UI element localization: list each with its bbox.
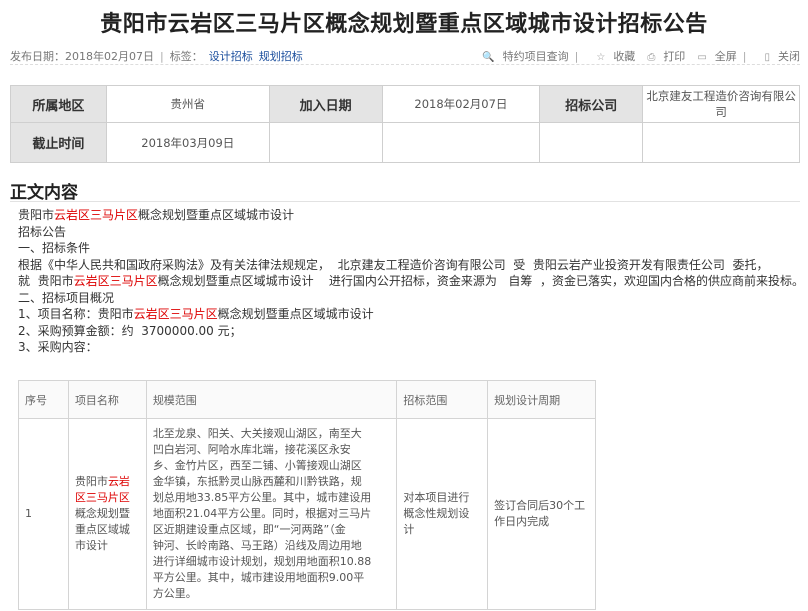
separator: | xyxy=(160,50,164,63)
scope-cell: 北至龙泉、阳关、大关接观山湖区，南至大 凹白岩河、阿哈水库北端，接花溪区永安 乡… xyxy=(145,418,398,610)
separator: | xyxy=(574,50,579,63)
table-row: 1 贵阳市云岩 区三马片区 概念规划暨 重点区域城 市设计 北至龙泉、阳关、大关… xyxy=(18,418,596,610)
column-header: 招标范围 xyxy=(396,380,489,419)
cell-line: 北至龙泉、阳关、大关接观山湖区，南至大 xyxy=(152,427,362,440)
body-line: 一、招标条件 xyxy=(18,241,91,255)
cell-line: 乡、金竹片区，西至二铺、小箐接观山湖区 xyxy=(152,459,362,472)
fullscreen-button[interactable]: ▭ 全屏 xyxy=(691,50,736,63)
tag-planning-tender[interactable]: 规划招标 xyxy=(259,50,303,63)
text: 概念规划暨重点区域城市设计 进行国内公开招标，资金来源为 自筹 ，资金已落实，欢… xyxy=(157,274,804,288)
highlight-keyword: 云岩区三马片区 xyxy=(73,274,158,288)
added-date-label: 加入日期 xyxy=(268,85,383,123)
cell-line: 对本项目进行 xyxy=(403,491,470,504)
info-row: 所属地区 贵州省 加入日期 2018年02月07日 招标公司 北京建友工程造价咨… xyxy=(10,85,800,123)
cell-line: 凹白岩河、阿哈水库北端，接花溪区永安 xyxy=(152,443,351,456)
procurement-table: 序号 项目名称 规模范围 招标范围 规划设计周期 1 贵阳市云岩 区三马片区 概… xyxy=(18,380,596,610)
body-line: 根据《中华人民共和国政府采购法》及有关法律法规规定， 北京建友工程造价咨询有限公… xyxy=(18,257,769,272)
publish-date: 2018年02月07日 xyxy=(65,50,154,63)
print-icon: ⎙ xyxy=(647,52,656,63)
info-row: 截止时间 2018年03月09日 xyxy=(10,122,800,163)
close-button[interactable]: ▯ 关闭 xyxy=(758,50,800,63)
meta-left: 发布日期：2018年02月07日 | 标签： 设计招标 规划招标 xyxy=(10,48,303,64)
tag-design-tender[interactable]: 设计招标 xyxy=(209,50,253,63)
empty-cell xyxy=(539,122,644,163)
empty-cell xyxy=(381,122,541,163)
agency-label: 招标公司 xyxy=(539,85,644,123)
info-table: 所属地区 贵州省 加入日期 2018年02月07日 招标公司 北京建友工程造价咨… xyxy=(10,85,800,163)
cell-line: 进行详细城市设计规划，规划用地面积10.88 xyxy=(152,555,372,568)
fullscreen-label: 全屏 xyxy=(714,50,737,63)
row-number: 1 xyxy=(18,418,69,610)
favorite-button[interactable]: ☆ 收藏 xyxy=(590,50,635,63)
highlight-keyword: 云岩区三马片区 xyxy=(54,208,139,222)
search-icon: 🔍 xyxy=(482,52,495,63)
deadline-label: 截止时间 xyxy=(10,122,107,163)
text: 概念规划暨重点区域城市设计 xyxy=(217,307,374,321)
close-icon: ▯ xyxy=(764,52,770,63)
cell-line: 平方公里。其中，城市建设用地面积9.00平 xyxy=(152,571,365,584)
body-line: 就 贵阳市云岩区三马片区概念规划暨重点区域城市设计 进行国内公开招标，资金来源为… xyxy=(18,273,804,290)
cell-line: 区近期建设重点区域，即“一河两路”（金 xyxy=(152,523,346,536)
tender-range-cell: 对本项目进行 概念性规划设 计 xyxy=(396,418,489,610)
highlight-keyword: 云岩 xyxy=(107,475,130,488)
body-line: 1、项目名称：贵阳市云岩区三马片区概念规划暨重点区域城市设计 xyxy=(18,306,800,323)
added-date-value: 2018年02月07日 xyxy=(381,85,541,123)
page-title: 贵阳市云岩区三马片区概念规划暨重点区域城市设计招标公告 xyxy=(100,11,708,37)
column-header: 规模范围 xyxy=(145,380,398,419)
text: 贵阳市 xyxy=(18,208,55,222)
text: 贵阳市 xyxy=(74,475,108,488)
design-period-cell: 签订合同后30个工 作日内完成 xyxy=(487,418,596,610)
cell-line: 贵阳市云岩 xyxy=(75,474,140,490)
body-line: 二、招标项目概况 xyxy=(18,290,115,305)
separator: | xyxy=(742,50,747,63)
cell-line: 方公里。 xyxy=(152,587,197,600)
cell-line: 钟河、长岭南路、马王路）沿线及周边用地 xyxy=(152,539,362,552)
meta-actions: 🔍 特约项目查询 | ☆ 收藏 ⎙ 打印 ▭ 全屏 | ▯ 关闭 xyxy=(470,48,800,64)
body-line: 招标公告 xyxy=(18,224,67,239)
agency-value: 北京建友工程造价咨询有限公司 xyxy=(642,85,800,123)
meta-bar: 发布日期：2018年02月07日 | 标签： 设计招标 规划招标 🔍 特约项目查询 | ☆ 收藏… xyxy=(10,46,800,65)
empty-cell xyxy=(642,122,800,163)
publish-date-label: 发布日期： xyxy=(10,50,65,63)
announcement-body: 贵阳市云岩区三马片区概念规划暨重点区域城市设计 招标公告 一、招标条件 根据《中… xyxy=(18,207,804,356)
cell-line: 金华镇，东抵黔灵山脉西麓和川黔铁路，规 xyxy=(152,475,362,488)
deadline-value: 2018年03月09日 xyxy=(105,122,270,163)
column-header: 规划设计周期 xyxy=(487,380,596,419)
body-line: 2、采购预算金额：约 3700000.00 元； xyxy=(18,323,242,338)
empty-cell xyxy=(268,122,383,163)
star-icon: ☆ xyxy=(596,52,606,63)
region-value: 贵州省 xyxy=(105,85,270,123)
cell-line: 重点区域城 xyxy=(74,523,130,536)
text: 就 贵阳市 xyxy=(18,274,74,288)
cell-line: 划总用地33.85平方公里。其中，城市建设用 xyxy=(152,491,372,504)
text: 概念规划暨重点区域城市设计 xyxy=(138,208,295,222)
cell-line: 市设计 xyxy=(74,539,108,552)
body-line: 贵阳市云岩区三马片区概念规划暨重点区域城市设计 xyxy=(18,207,800,224)
region-label: 所属地区 xyxy=(10,85,107,123)
cell-line: 地面积21.04平方公里。同时，根据对三马片 xyxy=(152,507,372,520)
special-query-label: 特约项目查询 xyxy=(502,50,569,63)
divider xyxy=(10,201,800,202)
body-line: 3、采购内容： xyxy=(18,340,98,354)
tags-label: 标签： xyxy=(169,50,203,63)
favorite-label: 收藏 xyxy=(613,50,636,63)
print-button[interactable]: ⎙ 打印 xyxy=(641,50,685,63)
print-label: 打印 xyxy=(663,50,686,63)
project-name-cell: 贵阳市云岩 区三马片区 概念规划暨 重点区域城 市设计 xyxy=(67,418,147,610)
cell-line: 概念规划暨 xyxy=(74,507,130,520)
close-label: 关闭 xyxy=(778,50,800,63)
column-header: 项目名称 xyxy=(67,380,147,419)
section-title: 正文内容 xyxy=(10,183,78,203)
cell-line: 作日内完成 xyxy=(494,515,550,528)
cell-line: 计 xyxy=(403,523,415,536)
cell-line: 签订合同后30个工 xyxy=(494,499,586,512)
fullscreen-icon: ▭ xyxy=(697,52,707,63)
cell-line: 概念性规划设 xyxy=(403,507,470,520)
special-query-link[interactable]: 🔍 特约项目查询 xyxy=(476,50,568,63)
highlight-keyword: 云岩区三马片区 xyxy=(133,307,218,321)
column-header: 序号 xyxy=(18,380,69,419)
table-header-row: 序号 项目名称 规模范围 招标范围 规划设计周期 xyxy=(18,380,596,419)
highlight-keyword: 区三马片区 xyxy=(74,491,130,504)
text: 1、项目名称：贵阳市 xyxy=(18,307,134,321)
